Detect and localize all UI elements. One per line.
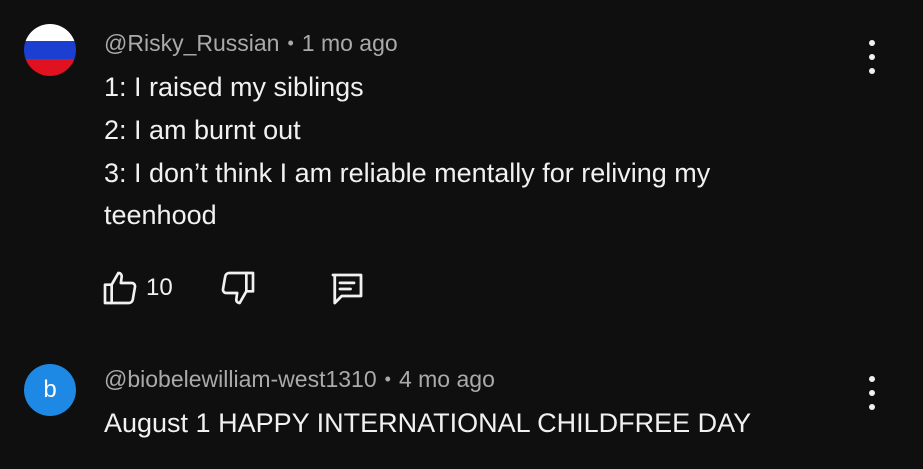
thumbs-down-icon[interactable] xyxy=(218,268,258,308)
separator-dot: • xyxy=(384,369,391,389)
author-name[interactable]: @Risky_Russian xyxy=(104,30,279,56)
timestamp: 4 mo ago xyxy=(398,366,495,392)
more-vertical-icon[interactable] xyxy=(860,40,884,74)
author-name[interactable]: @biobelewilliam-west1310 xyxy=(104,366,377,392)
reply-comment-icon[interactable] xyxy=(326,268,368,310)
comment-meta: @biobelewilliam-west1310 • 4 mo ago xyxy=(104,366,495,393)
comment-text-line: 2: I am burnt out xyxy=(104,115,301,145)
comment-text-line: 1: I raised my siblings xyxy=(104,72,364,102)
avatar[interactable]: b xyxy=(24,364,76,416)
avatar[interactable] xyxy=(24,24,76,76)
more-vertical-icon[interactable] xyxy=(860,376,884,410)
comment-text-line: teenhood xyxy=(104,200,217,230)
comment-text-line: 3: I don’t think I am reliable mentally … xyxy=(104,158,711,188)
timestamp: 1 mo ago xyxy=(301,30,398,56)
like-count: 10 xyxy=(146,274,173,301)
comment-meta: @Risky_Russian • 1 mo ago xyxy=(104,30,398,57)
thumbs-up-icon[interactable] xyxy=(100,268,140,308)
comment-text-line: August 1 HAPPY INTERNATIONAL CHILDFREE D… xyxy=(104,408,752,438)
avatar-letter: b xyxy=(43,376,57,403)
separator-dot: • xyxy=(287,33,294,53)
